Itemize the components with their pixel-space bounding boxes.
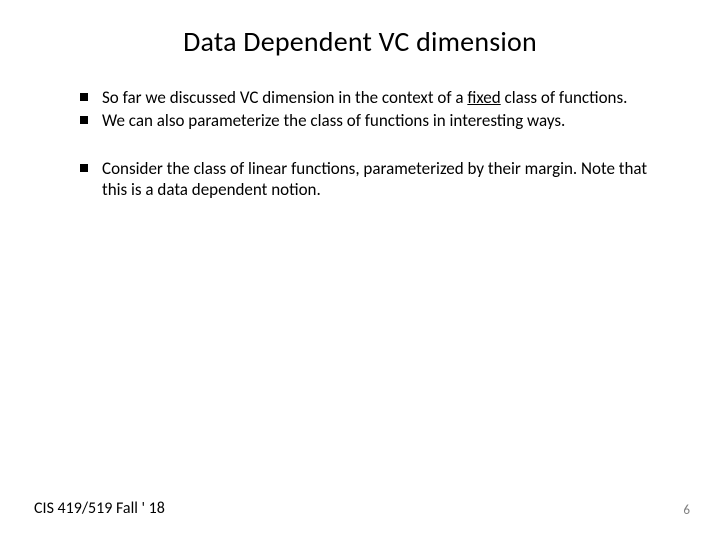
underlined-word: fixed <box>467 87 500 108</box>
slide: Data Dependent VC dimension So far we di… <box>0 0 720 540</box>
text-segment: So far we discussed VC dimension in the … <box>102 87 467 108</box>
square-bullet-icon <box>80 116 88 124</box>
bullet-group-2: Consider the class of linear functions, … <box>80 158 660 201</box>
bullet-item: Consider the class of linear functions, … <box>80 158 660 201</box>
bullet-text: Consider the class of linear functions, … <box>102 158 660 201</box>
footer-course: CIS 419/519 Fall ' 18 <box>34 499 165 518</box>
square-bullet-icon <box>80 164 88 172</box>
bullet-text: So far we discussed VC dimension in the … <box>102 87 660 108</box>
slide-title: Data Dependent VC dimension <box>50 24 670 59</box>
content-area: So far we discussed VC dimension in the … <box>50 87 670 200</box>
bullet-text: We can also parameterize the class of fu… <box>102 110 660 131</box>
square-bullet-icon <box>80 93 88 101</box>
bullet-group-1: So far we discussed VC dimension in the … <box>80 87 660 132</box>
page-number: 6 <box>683 503 690 518</box>
bullet-item: So far we discussed VC dimension in the … <box>80 87 660 108</box>
bullet-item: We can also parameterize the class of fu… <box>80 110 660 131</box>
text-segment: class of functions. <box>501 87 628 108</box>
